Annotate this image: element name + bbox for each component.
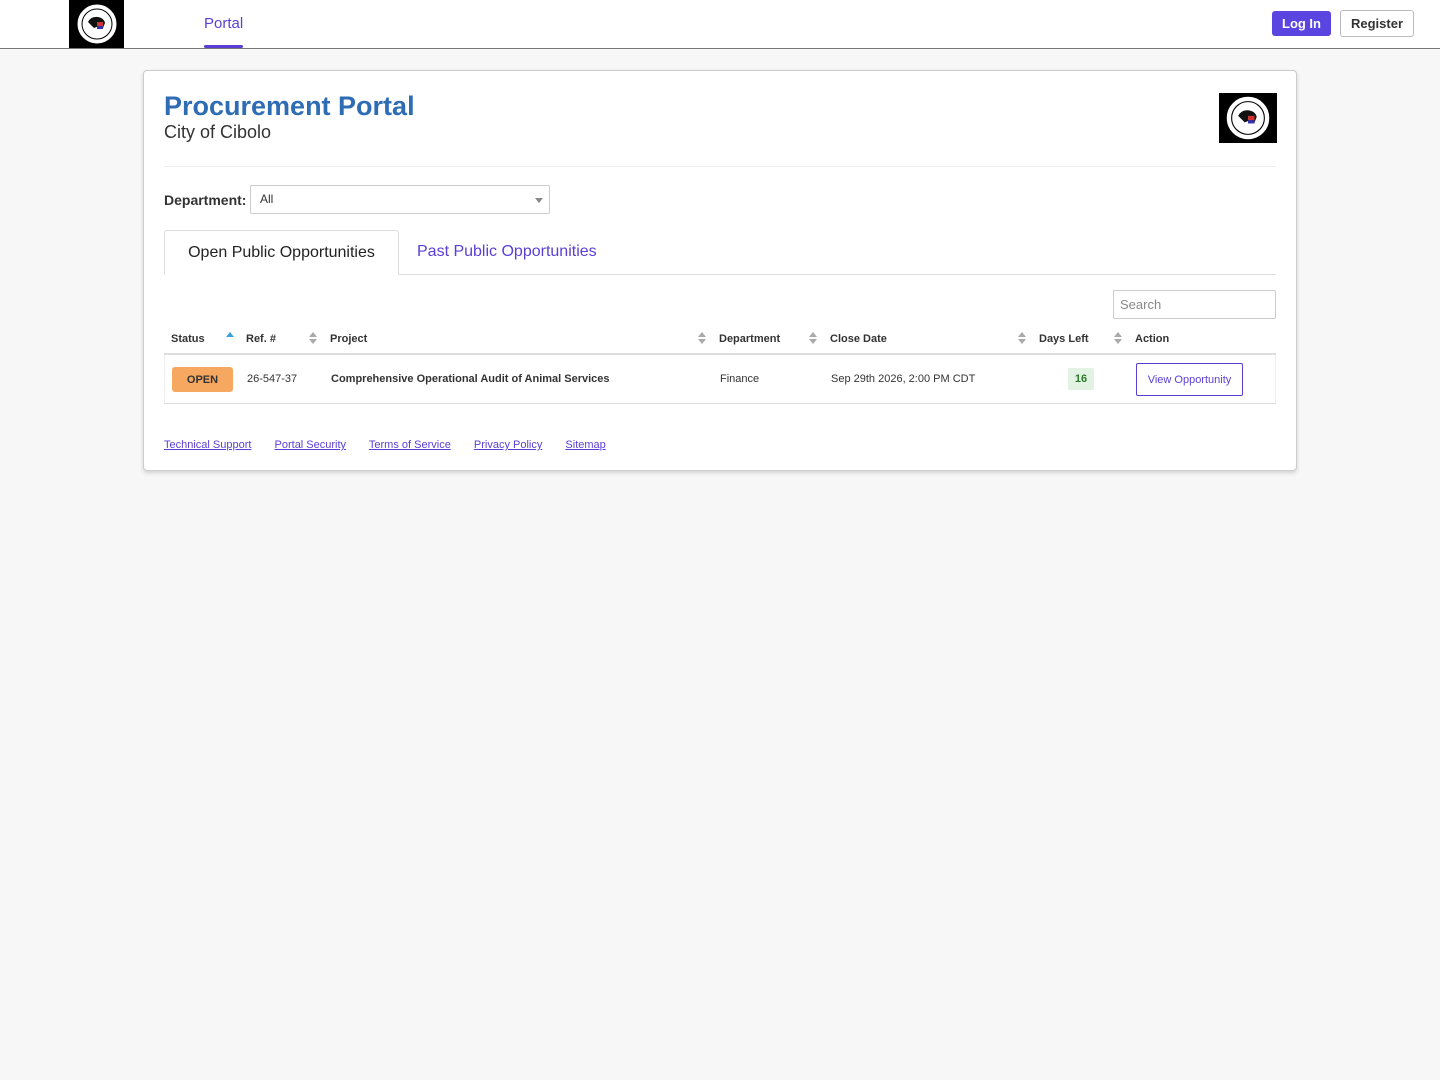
search-input[interactable] [1113,290,1276,319]
column-header-status[interactable]: Status [171,326,205,353]
column-header-ref[interactable]: Ref. # [246,326,276,353]
page-title: Procurement Portal [164,91,415,121]
city-seal-logo[interactable] [69,0,124,48]
active-tab-indicator [204,45,244,48]
sort-ascending-icon[interactable] [226,332,234,346]
column-header-close-date[interactable]: Close Date [830,326,887,353]
sort-icon[interactable] [1018,332,1026,346]
sort-icon[interactable] [809,332,817,346]
ref-number: 26-547-37 [247,373,298,385]
footer-link-portal-security[interactable]: Portal Security [275,439,347,451]
page-subtitle: City of Cibolo [164,122,272,142]
chevron-down-icon [535,198,543,203]
sort-icon[interactable] [1114,332,1122,346]
footer-link-sitemap[interactable]: Sitemap [565,439,605,451]
column-header-days-left[interactable]: Days Left [1039,326,1089,353]
department-select-value: All [260,192,274,206]
column-header-project[interactable]: Project [330,326,367,353]
column-header-action: Action [1135,333,1170,345]
project-name: Comprehensive Operational Audit of Anima… [331,373,610,385]
footer-link-terms-of-service[interactable]: Terms of Service [369,439,451,451]
tab-open-opportunities[interactable]: Open Public Opportunities [164,230,399,275]
nav-tab-portal[interactable]: Portal [204,0,244,48]
close-date-value: Sep 29th 2026, 2:00 PM CDT [831,373,976,385]
department-select[interactable]: All [250,185,550,214]
footer-links: Technical Support Portal Security Terms … [164,439,626,451]
table-header: Status Ref. # Project Department Close D… [164,326,1276,355]
column-header-department[interactable]: Department [719,326,780,353]
view-opportunity-button[interactable]: View Opportunity [1136,363,1243,396]
city-seal-icon [1225,95,1271,141]
department-label: Department: [164,192,247,208]
status-badge: OPEN [172,367,233,392]
nav-tab-portal-label: Portal [204,15,244,32]
sort-icon[interactable] [698,332,706,346]
procurement-card: Procurement Portal City of Cibolo Depart… [143,70,1297,471]
tab-past-opportunities[interactable]: Past Public Opportunities [417,230,597,275]
department-value: Finance [720,373,760,385]
footer-link-privacy-policy[interactable]: Privacy Policy [474,439,542,451]
table-row: OPEN 26-547-37 Comprehensive Operational… [164,355,1276,404]
city-seal-icon [76,3,117,45]
footer-link-technical-support[interactable]: Technical Support [164,439,251,451]
card-city-seal-logo [1219,93,1277,143]
register-button[interactable]: Register [1340,10,1414,37]
header-divider [164,166,1276,167]
days-left-badge: 16 [1068,368,1094,390]
sort-icon[interactable] [309,332,317,346]
login-button[interactable]: Log In [1272,11,1331,36]
top-navigation-bar: Portal Log In Register [0,0,1440,49]
